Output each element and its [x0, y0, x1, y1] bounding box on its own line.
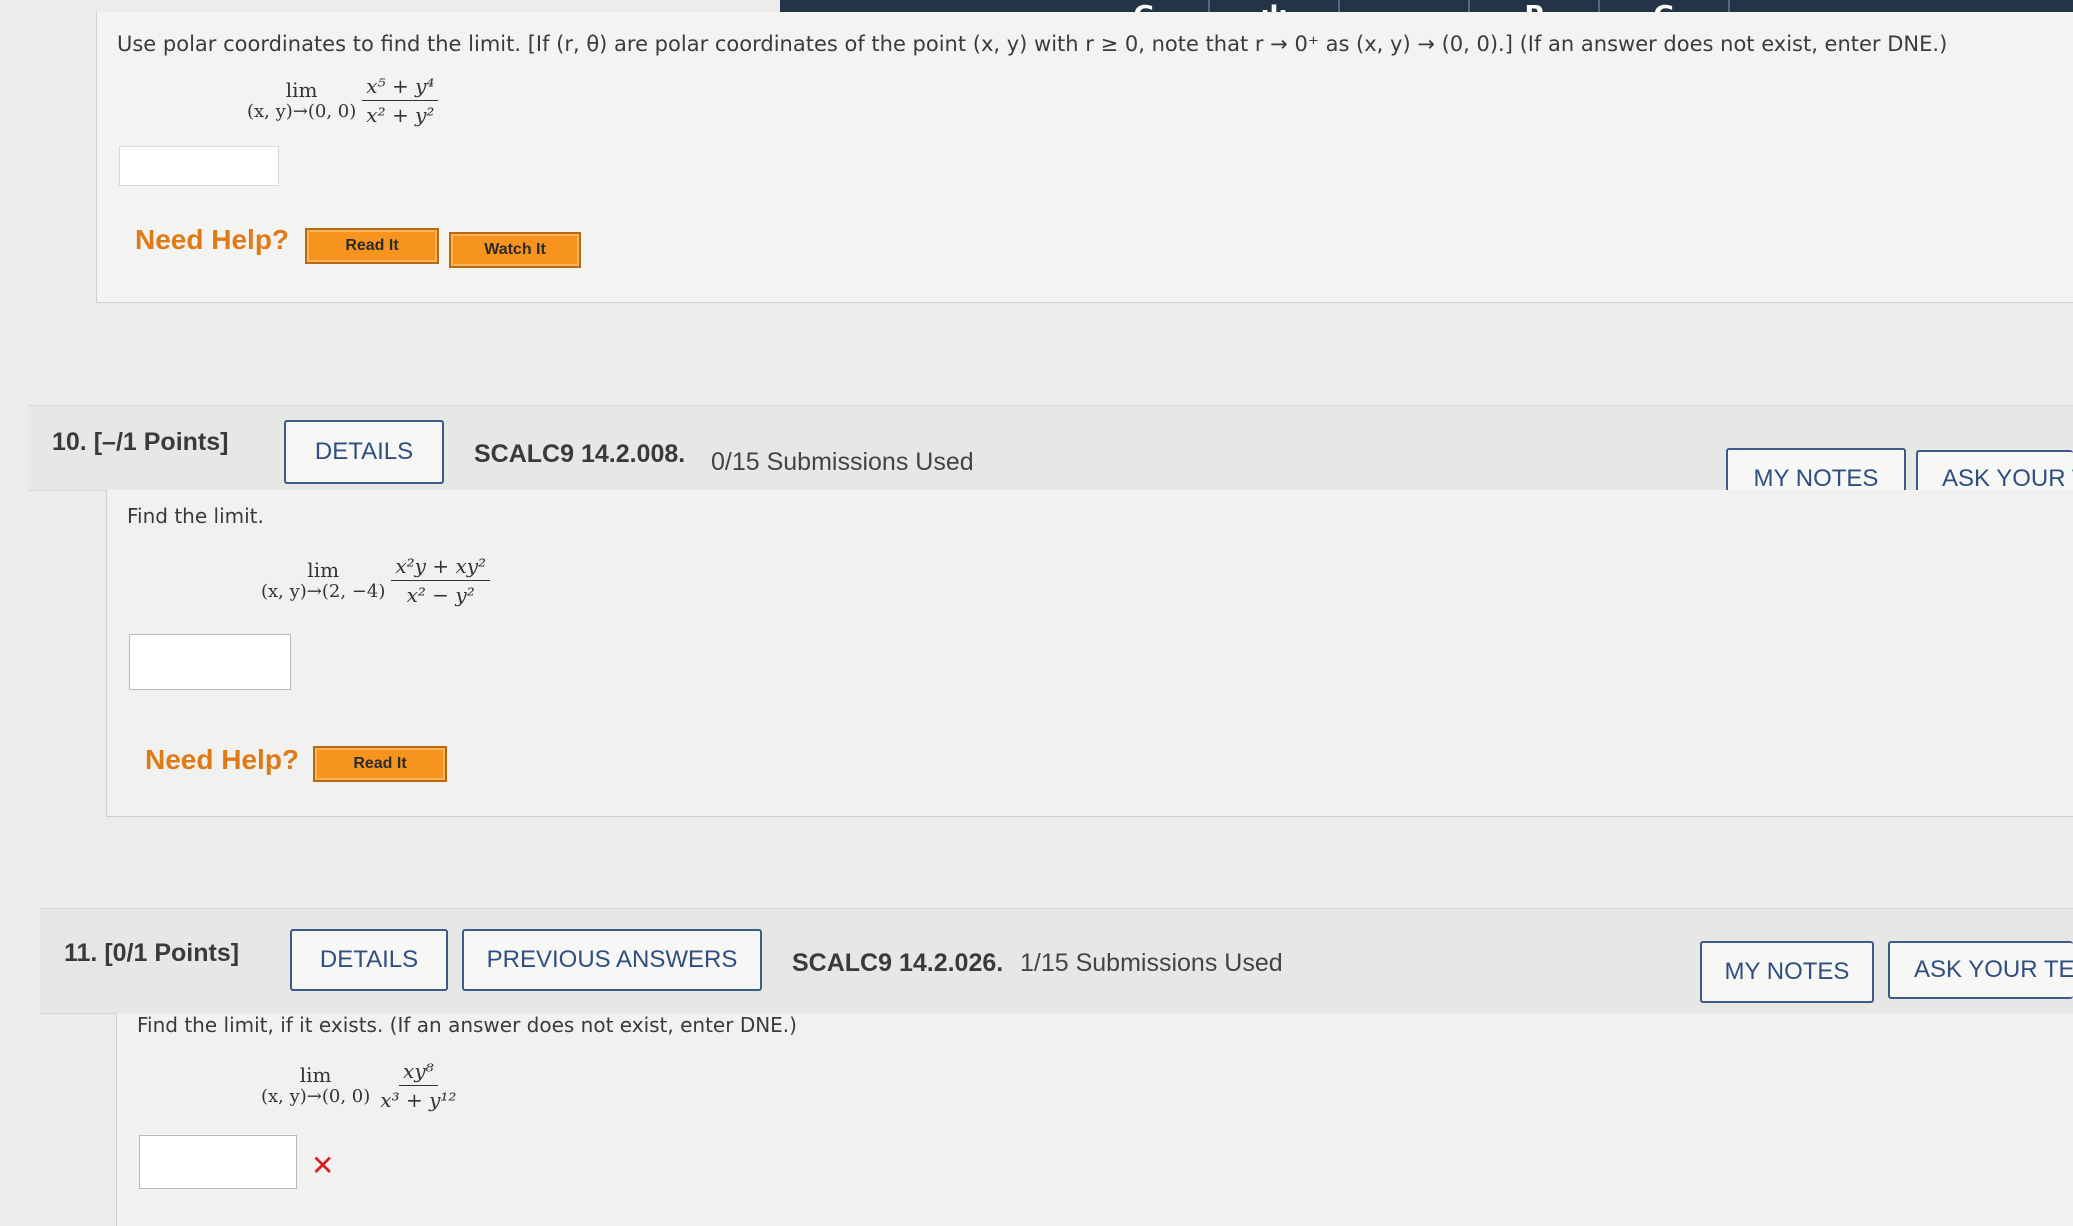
question-number: 10.: [52, 428, 87, 456]
submissions-used: 1/15 Submissions Used: [1020, 949, 1283, 977]
limit-operator: lim (x, y)→(0, 0): [261, 1062, 371, 1107]
need-help-label: Need Help?: [135, 224, 290, 255]
question-10-expression: lim (x, y)→(2, −4) x²y + xy² x² − y²: [261, 554, 491, 607]
question-code: SCALC9 14.2.008.: [474, 440, 686, 468]
answer-input[interactable]: [119, 146, 279, 186]
question-code: SCALC9 14.2.026.: [792, 949, 1004, 977]
question-11-body: Find the limit, if it exists. (If an ans…: [116, 1013, 2073, 1226]
previous-answers-button[interactable]: PREVIOUS ANSWERS: [462, 929, 762, 991]
watch-it-button[interactable]: Watch It: [449, 232, 581, 268]
submissions-used: 0/15 Submissions Used: [711, 448, 974, 476]
limit-operator: lim (x, y)→(0, 0): [247, 77, 357, 122]
question-10-header: 10. [–/1 Points] DETAILS SCALC9 14.2.008…: [28, 405, 2073, 510]
fraction: x²y + xy² x² − y²: [391, 554, 491, 607]
incorrect-icon: ✕: [311, 1149, 335, 1182]
answer-input[interactable]: [129, 634, 291, 690]
details-button[interactable]: DETAILS: [290, 929, 448, 991]
question-9-body: Use polar coordinates to find the limit.…: [96, 12, 2073, 303]
question-9-expression: lim (x, y)→(0, 0) x⁵ + y⁴ x² + y²: [247, 74, 439, 127]
answer-input[interactable]: [139, 1135, 297, 1189]
ask-teacher-button[interactable]: ASK YOUR TE: [1888, 941, 2073, 999]
read-it-button[interactable]: Read It: [305, 228, 439, 264]
fraction: xy⁸ x³ + y¹²: [380, 1059, 457, 1112]
question-11-prompt: Find the limit, if it exists. (If an ans…: [137, 1013, 797, 1037]
question-11-expression: lim (x, y)→(0, 0) xy⁸ x³ + y¹²: [261, 1059, 460, 1112]
fraction: x⁵ + y⁴ x² + y²: [362, 74, 439, 127]
read-it-button[interactable]: Read It: [313, 746, 447, 782]
details-button[interactable]: DETAILS: [284, 420, 444, 484]
my-notes-button[interactable]: MY NOTES: [1700, 941, 1874, 1003]
question-points: [–/1 Points]: [93, 428, 229, 456]
question-9-prompt: Use polar coordinates to find the limit.…: [117, 32, 1948, 56]
question-10-body: Find the limit. lim (x, y)→(2, −4) x²y +…: [106, 490, 2073, 817]
question-points: [0/1 Points]: [104, 939, 240, 967]
need-help-label: Need Help?: [145, 744, 300, 775]
limit-operator: lim (x, y)→(2, −4): [261, 557, 386, 602]
question-11-header: 11. [0/1 Points] DETAILS PREVIOUS ANSWER…: [40, 908, 2073, 1014]
question-number: 11.: [64, 939, 98, 967]
question-10-prompt: Find the limit.: [127, 504, 264, 528]
